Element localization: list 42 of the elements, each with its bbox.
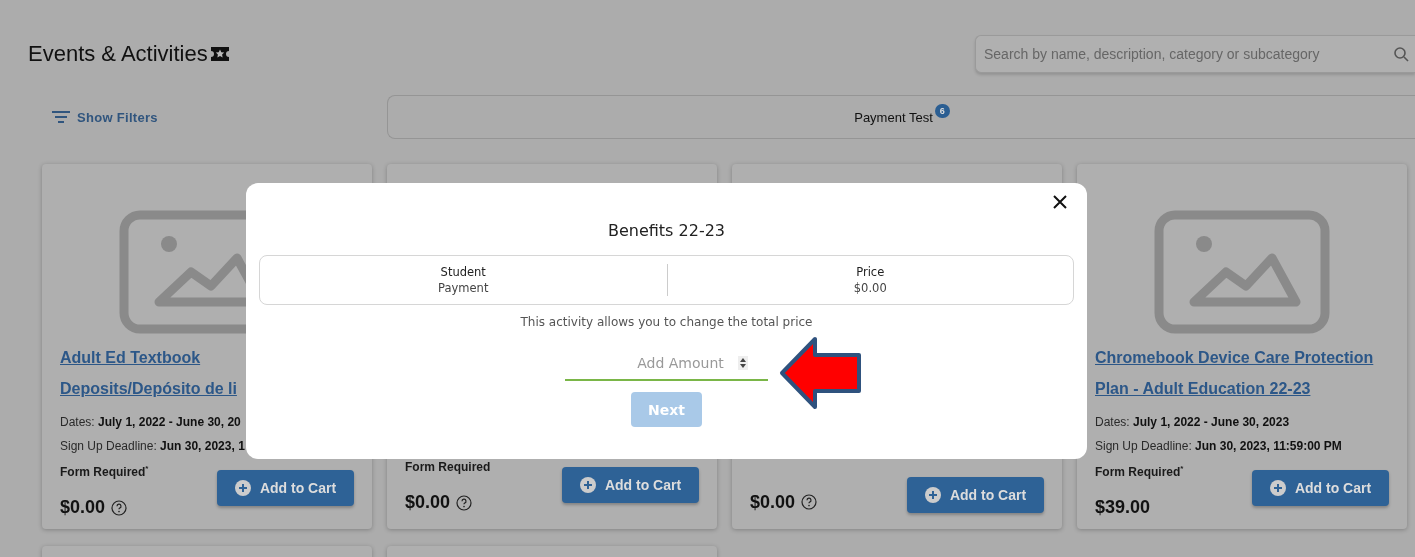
plus-circle-icon bbox=[924, 487, 941, 503]
plus-circle-icon bbox=[1269, 480, 1286, 496]
add-to-cart-button[interactable]: Add to Cart bbox=[1252, 470, 1389, 506]
price-text: $0.00 bbox=[405, 492, 451, 513]
modal-title: Benefits 22-23 bbox=[607, 221, 726, 240]
plus-circle-icon bbox=[234, 480, 251, 496]
form-required-text: Form Required$^{*}$ bbox=[60, 463, 149, 481]
filter-icon bbox=[52, 111, 70, 123]
dates-text: Dates: July 1, 2022 - June 30, 20 bbox=[60, 414, 242, 431]
form-required-text: Form Required$^{*}$ bbox=[1095, 463, 1184, 481]
help-icon[interactable] bbox=[456, 494, 473, 511]
add-to-cart-button[interactable]: Add to Cart bbox=[217, 470, 354, 506]
image-placeholder-icon bbox=[1154, 210, 1330, 334]
deadline-text: Sign Up Deadline: Jun 30, 2023, 1 bbox=[60, 438, 246, 455]
column-label: Student bbox=[440, 264, 486, 280]
category-tab[interactable]: Payment Test 6 bbox=[850, 105, 954, 129]
count-badge: 6 bbox=[934, 103, 950, 118]
spinner-icon[interactable] bbox=[738, 356, 748, 370]
deadline-text: Sign Up Deadline: Jun 30, 2023, 11:59:00 PM bbox=[1095, 438, 1343, 455]
close-button[interactable] bbox=[1051, 193, 1069, 211]
help-icon[interactable] bbox=[111, 499, 128, 516]
price-note: This activity allows you to change the total price bbox=[520, 315, 813, 329]
price-text: $0.00 bbox=[60, 497, 106, 518]
page-title: Events & Activities bbox=[28, 41, 208, 67]
plus-circle-icon bbox=[579, 476, 596, 493]
ticket-icon bbox=[209, 46, 230, 62]
dates-text: Dates: July 1, 2022 - June 30, 2023 bbox=[1095, 414, 1291, 431]
price-text: $0.00 bbox=[750, 491, 796, 513]
search-icon bbox=[1393, 46, 1409, 62]
column-value: Payment bbox=[438, 280, 489, 296]
search-field[interactable]: Search by name, description, category or subcategory bbox=[975, 35, 1415, 73]
activity-title-link[interactable]: Chromebook Device Care Protection Plan - Adult Education 22-23 bbox=[1095, 342, 1389, 404]
price-text: $39.00 bbox=[1095, 497, 1151, 518]
column-label: Price bbox=[856, 264, 885, 280]
column-value: $0.00 bbox=[853, 280, 887, 296]
form-required-text: Form Required bbox=[405, 459, 491, 476]
arrow-pointer-icon bbox=[779, 335, 863, 411]
add-to-cart-button[interactable]: Add to Cart bbox=[907, 477, 1044, 513]
show-filters-button[interactable]: Show Filters bbox=[48, 105, 162, 129]
help-icon[interactable] bbox=[801, 494, 818, 510]
close-icon bbox=[1053, 195, 1067, 209]
add-to-cart-button[interactable]: Add to Cart bbox=[562, 466, 699, 503]
